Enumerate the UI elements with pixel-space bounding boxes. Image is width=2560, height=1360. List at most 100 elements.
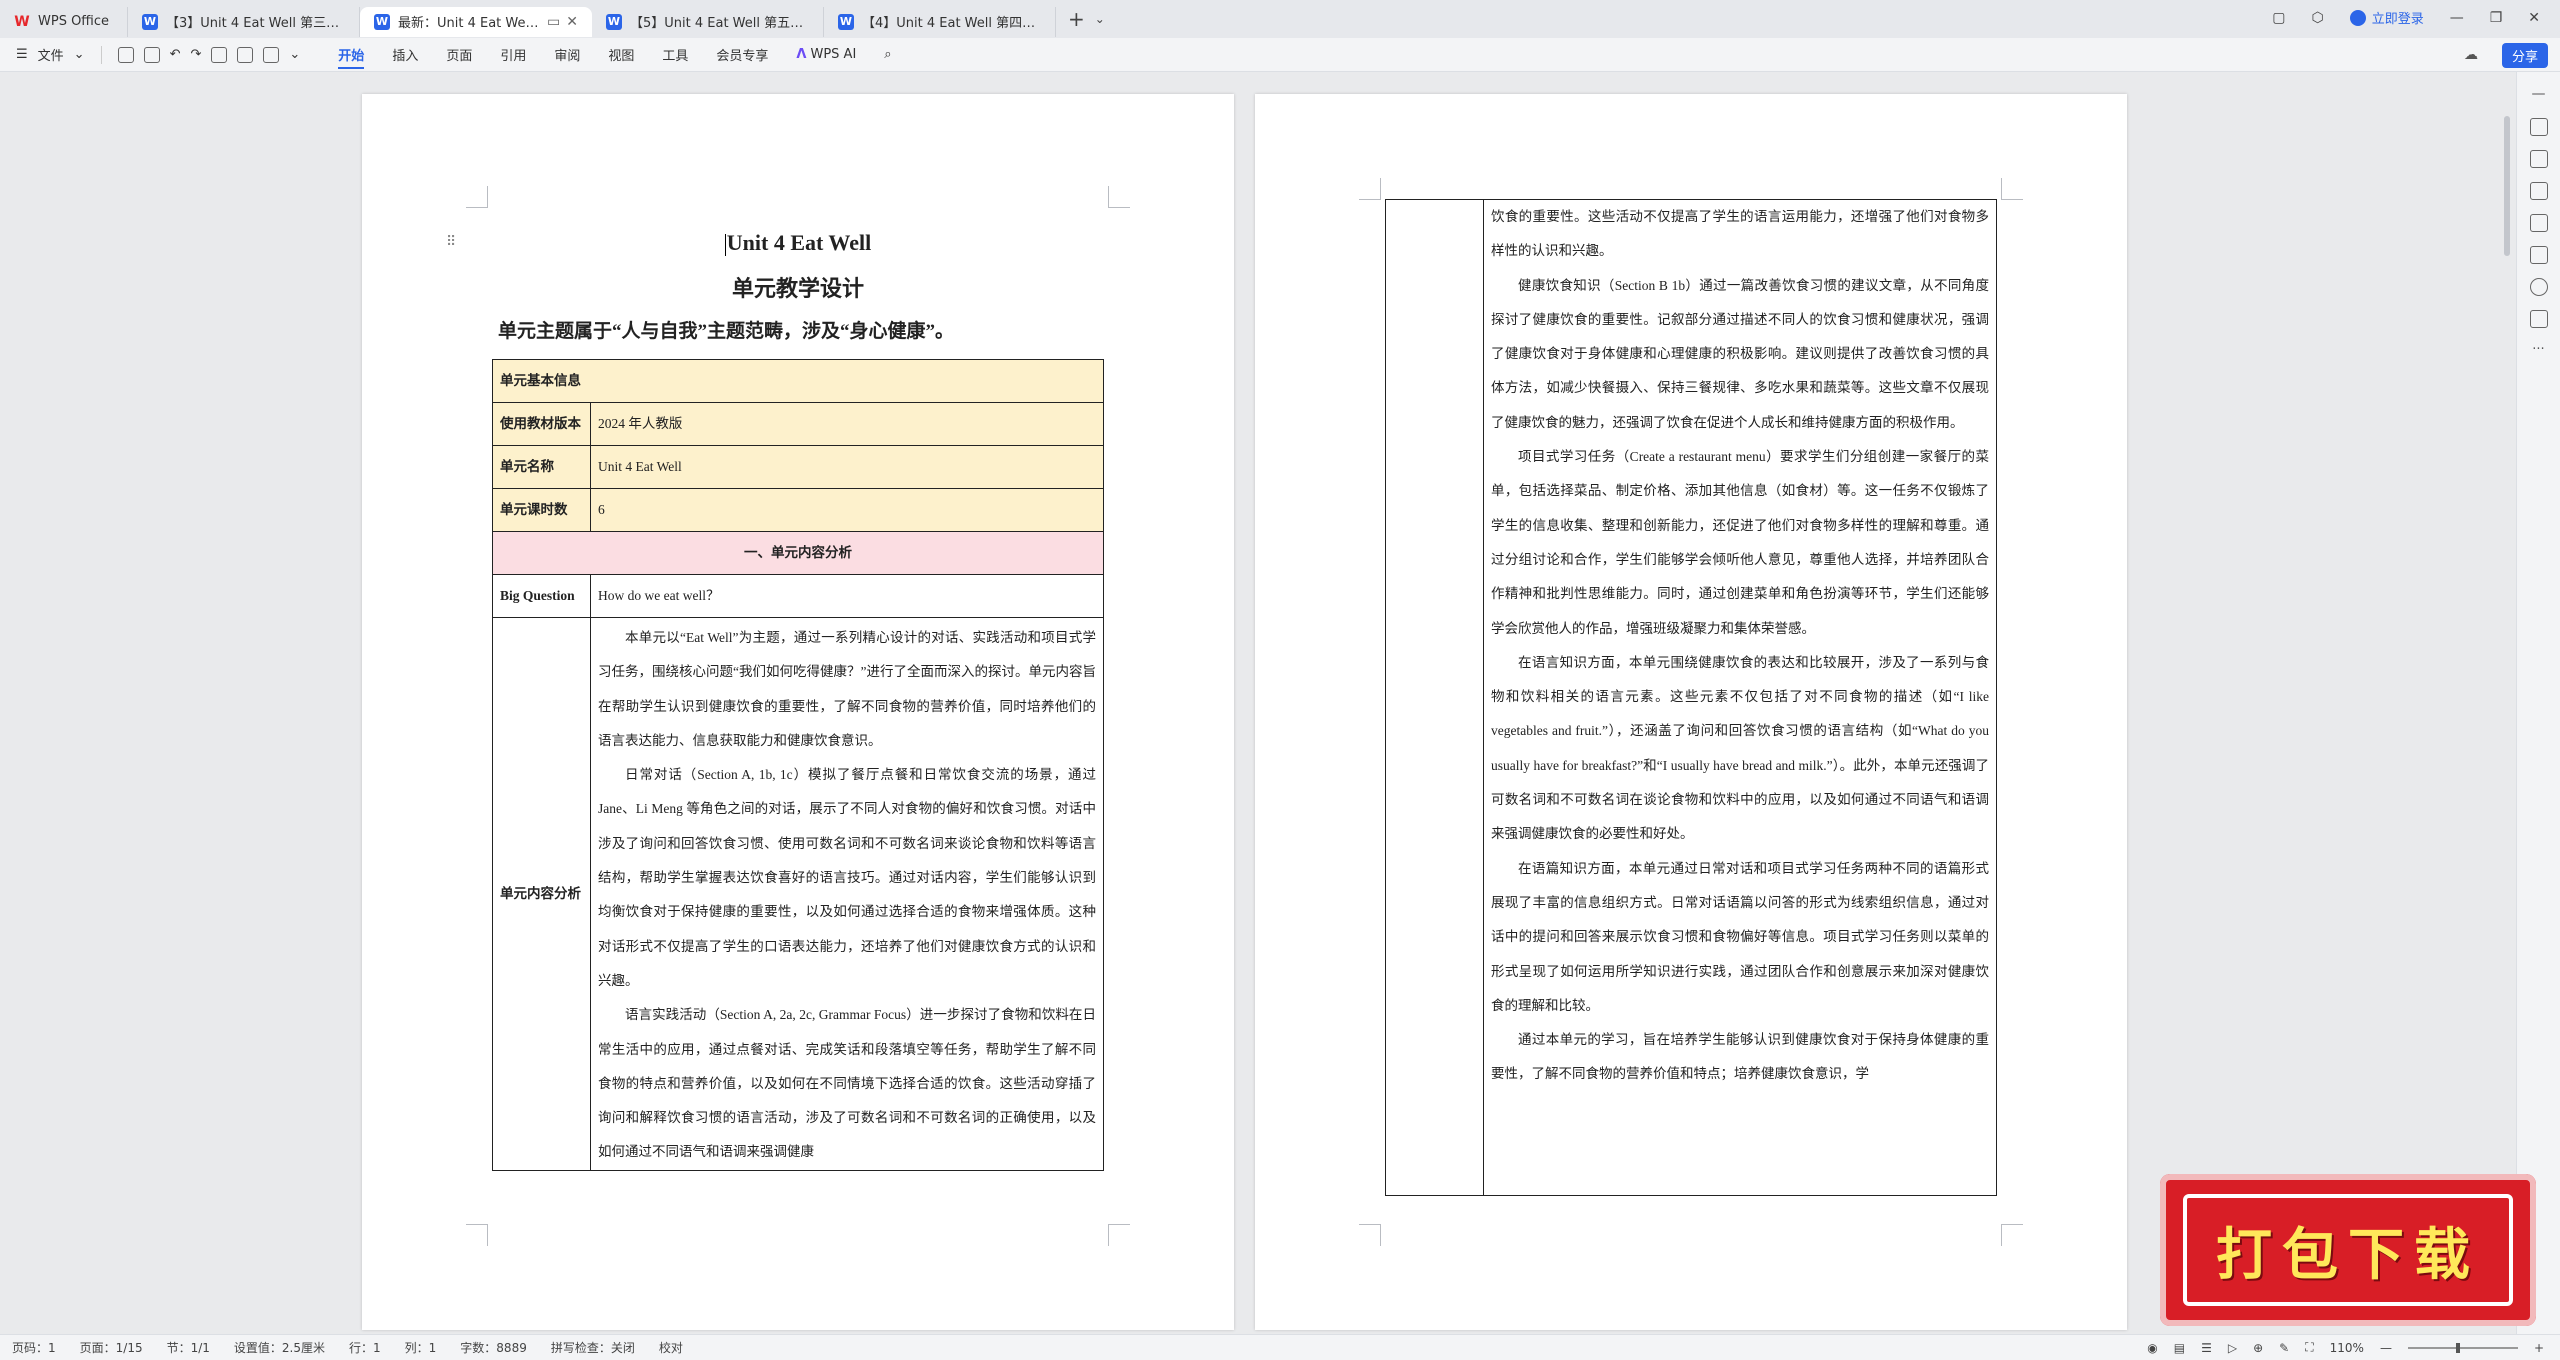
analysis-paragraph: 在语言知识方面，本单元围绕健康饮食的表达和比较展开，涉及了一系列与食物和饮料相关… <box>1491 654 1989 842</box>
restore-icon[interactable]: ❐ <box>2490 10 2503 26</box>
document-page-2[interactable]: 饮食的重要性。这些活动不仅提高了学生的语言运用能力，还增强了他们对食物多样性的认… <box>1255 94 2127 1330</box>
file-menu[interactable]: 文件 <box>38 45 64 64</box>
menu-tools[interactable]: 工具 <box>648 38 702 72</box>
minimize-icon[interactable]: — <box>2450 10 2464 26</box>
search-icon[interactable]: ⌕ <box>870 38 905 72</box>
titlebar-controls: ▢ ⬡ 立即登录 — ❐ ✕ <box>2272 8 2540 27</box>
zoom-in-icon[interactable]: + <box>2534 1341 2544 1355</box>
status-page-code[interactable]: 页码：1 <box>0 1339 68 1356</box>
add-tab-icon[interactable]: + <box>1068 7 1085 31</box>
close-window-icon[interactable]: ✕ <box>2528 10 2540 26</box>
more-icon[interactable]: ··· <box>2517 342 2560 357</box>
undo-icon[interactable]: ↶ <box>170 47 181 62</box>
status-bar: 页码：1 页面：1/15 节：1/1 设置值：2.5厘米 行：1 列：1 字数：… <box>0 1334 2560 1360</box>
vertical-scrollbar[interactable] <box>2502 76 2512 1326</box>
analysis-paragraph: 项目式学习任务（Create a restaurant menu）要求学生们分组… <box>1491 449 1989 636</box>
eye-icon[interactable]: ◉ <box>2147 1341 2157 1355</box>
tab-doc-active[interactable]: W 最新：Unit 4 Eat Well 大单元 ▭ ✕ <box>360 6 592 37</box>
export-pdf-icon[interactable] <box>211 46 228 63</box>
scroll-thumb[interactable] <box>2504 116 2510 256</box>
settings-icon[interactable] <box>2529 182 2548 200</box>
monitor-icon[interactable]: ▭ <box>547 14 560 30</box>
login-button[interactable]: 立即登录 <box>2349 8 2424 27</box>
tab-doc-4[interactable]: W 【4】Unit 4 Eat Well 第四课时（Sec <box>824 6 1056 37</box>
status-spell[interactable]: 拼写检查：关闭 <box>539 1339 647 1356</box>
menu-wps-ai[interactable]: ᐱ WPS AI <box>782 38 870 72</box>
avatar-icon <box>2349 9 2366 26</box>
image-icon[interactable] <box>263 46 280 63</box>
tab-label: 最新：Unit 4 Eat Well 大单元 <box>398 16 541 31</box>
cloud-sync-icon[interactable]: ☁ <box>2464 47 2478 63</box>
save-icon[interactable] <box>117 46 134 63</box>
redo-icon[interactable]: ↷ <box>190 47 201 62</box>
zoom-slider[interactable] <box>2407 1342 2518 1353</box>
margin-corner <box>2001 178 2023 200</box>
menu-review[interactable]: 审阅 <box>540 38 594 72</box>
menu-member[interactable]: 会员专享 <box>702 38 782 72</box>
pen-icon[interactable]: ✎ <box>2279 1341 2289 1355</box>
window-layout-icon[interactable]: ▢ <box>2272 10 2285 26</box>
margin-corner <box>1359 1224 1381 1246</box>
status-page[interactable]: 页面：1/15 <box>68 1339 155 1356</box>
chevron-down-icon[interactable]: ⌄ <box>74 47 85 62</box>
share-button[interactable]: 分享 <box>2501 43 2548 68</box>
word-doc-icon: W <box>374 13 390 30</box>
tools-icon[interactable] <box>2529 246 2548 264</box>
tab-label: 【5】Unit 4 Eat Well 第五课时（Sec <box>630 16 809 31</box>
margin-corner <box>2001 1224 2023 1246</box>
promo-text: 打包下载 <box>2216 1221 2480 1288</box>
help-icon[interactable] <box>2529 278 2548 296</box>
chevron-down-icon[interactable]: ⌄ <box>289 47 300 62</box>
login-label: 立即登录 <box>2371 12 2424 27</box>
image-tool-icon[interactable] <box>2529 214 2548 232</box>
table-header-basic: 单元基本信息 <box>492 359 1104 403</box>
fit-icon[interactable]: ⛶ <box>2305 1340 2313 1355</box>
table-value: 6 <box>590 488 1104 532</box>
tab-doc-3[interactable]: W 【3】Unit 4 Eat Well 第三课时（Gra <box>128 6 360 37</box>
analysis-cell: 本单元以“Eat Well”为主题，通过一系列精心设计的对话、实践活动和项目式学… <box>590 617 1104 1171</box>
chevron-down-icon[interactable]: ⌄ <box>1095 12 1105 26</box>
download-promo-badge[interactable]: 打包下载 <box>2160 1174 2536 1326</box>
status-words[interactable]: 字数：8889 <box>448 1339 539 1356</box>
tab-wps-office[interactable]: W WPS Office <box>0 6 128 37</box>
edit-icon[interactable] <box>2529 118 2548 136</box>
page-view-icon[interactable]: ▤ <box>2174 1341 2185 1355</box>
analysis-paragraph: 健康饮食知识（Section B 1b）通过一篇改善饮食习惯的建议文章，从不同角… <box>1491 277 1989 430</box>
document-page-1[interactable]: ⠿ Unit 4 Eat Well 单元教学设计 单元主题属于“人与自我”主题范… <box>362 94 1234 1330</box>
preview-icon[interactable] <box>237 46 254 63</box>
word-doc-icon: W <box>606 13 622 30</box>
quick-access: ☰ 文件 ⌄ ↶ ↷ ⌄ <box>0 45 300 64</box>
menu-icon[interactable]: ☰ <box>16 47 28 62</box>
status-setting[interactable]: 设置值：2.5厘米 <box>222 1339 337 1356</box>
collapse-icon[interactable]: — <box>2530 86 2548 104</box>
document-workspace[interactable]: ⠿ Unit 4 Eat Well 单元教学设计 单元主题属于“人与自我”主题范… <box>0 72 2516 1334</box>
menu-reference[interactable]: 引用 <box>486 38 540 72</box>
play-icon[interactable]: ▷ <box>2228 1341 2237 1355</box>
table-section-header: 一、单元内容分析 <box>492 531 1104 575</box>
share-tool-icon[interactable] <box>2529 310 2548 328</box>
status-col[interactable]: 列：1 <box>393 1339 449 1356</box>
zoom-level[interactable]: 110% <box>2330 1341 2364 1355</box>
zoom-knob[interactable] <box>2455 1342 2460 1353</box>
zoom-out-icon[interactable]: — <box>2380 1341 2392 1355</box>
print-icon[interactable] <box>143 46 160 63</box>
promo-frame: 打包下载 <box>2183 1194 2513 1306</box>
menu-view[interactable]: 视图 <box>594 38 648 72</box>
menu-page[interactable]: 页面 <box>432 38 486 72</box>
analysis-paragraph: 饮食的重要性。这些活动不仅提高了学生的语言运用能力，还增强了他们对食物多样性的认… <box>1491 209 1989 259</box>
view-controls: ◉ ▤ ☰ ▷ ⊕ ✎ ⛶ 110% — + <box>2147 1340 2544 1355</box>
web-view-icon[interactable]: ⊕ <box>2253 1341 2263 1355</box>
menu-home[interactable]: 开始 <box>324 38 378 72</box>
wps-logo-icon: W <box>14 13 30 30</box>
close-icon[interactable]: ✕ <box>566 14 578 30</box>
status-section[interactable]: 节：1/1 <box>155 1339 222 1356</box>
document-title-text: Unit 4 Eat Well <box>726 230 872 255</box>
analysis-paragraph: 通过本单元的学习，旨在培养学生能够认识到健康饮食对于保持身体健康的重要性，了解不… <box>1491 1032 1989 1082</box>
cube-icon[interactable]: ⬡ <box>2311 10 2323 26</box>
menu-insert[interactable]: 插入 <box>378 38 432 72</box>
tab-doc-5[interactable]: W 【5】Unit 4 Eat Well 第五课时（Sec <box>592 6 824 37</box>
status-row[interactable]: 行：1 <box>337 1339 393 1356</box>
status-proof[interactable]: 校对 <box>647 1339 695 1356</box>
pointer-icon[interactable] <box>2529 150 2548 168</box>
outline-view-icon[interactable]: ☰ <box>2201 1341 2212 1355</box>
